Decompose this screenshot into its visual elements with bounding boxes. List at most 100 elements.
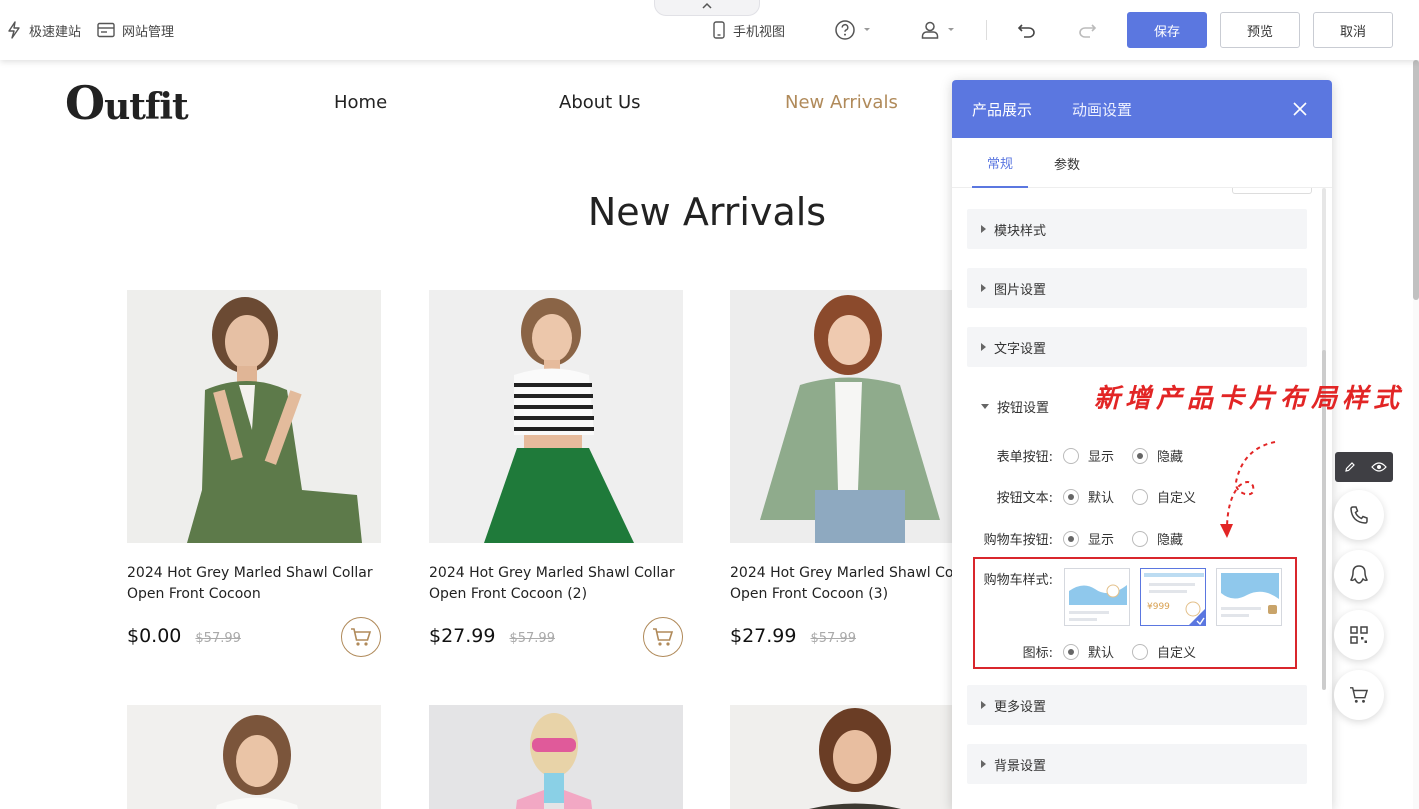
panel-sub-tabs: 常规 参数: [952, 138, 1332, 188]
add-to-cart-button[interactable]: [643, 617, 683, 657]
form-button-row: 表单按钮: 显示 隐藏: [967, 446, 1201, 465]
product-image[interactable]: [429, 290, 683, 543]
nav-about-us[interactable]: About Us: [559, 92, 641, 113]
subtab-parameters[interactable]: 参数: [1054, 138, 1080, 188]
button-text-custom-option[interactable]: 自定义: [1132, 487, 1196, 506]
section-label: 背景设置: [994, 758, 1047, 774]
tab-product-display[interactable]: 产品展示: [972, 80, 1032, 138]
qq-chat-icon: [1349, 565, 1369, 584]
product-image[interactable]: [730, 705, 984, 809]
product-card[interactable]: [730, 705, 984, 809]
product-card[interactable]: 2024 Hot Grey Marled Shawl Collar Open F…: [127, 290, 381, 657]
annotation-arrow-icon: [1220, 441, 1276, 538]
form-button-show-option[interactable]: 显示: [1063, 446, 1114, 465]
mobile-view-button[interactable]: 手机视图: [712, 0, 785, 60]
product-card[interactable]: [127, 705, 381, 809]
form-button-label: 表单按钮:: [996, 450, 1053, 465]
cart-button-label: 购物车按钮:: [983, 533, 1053, 548]
product-name[interactable]: 2024 Hot Grey Marled Shawl Collar Open F…: [127, 563, 381, 605]
tab-animation-settings[interactable]: 动画设置: [1072, 80, 1132, 138]
product-card[interactable]: 2024 Hot Grey Marled Shawl Collar Open F…: [429, 290, 683, 657]
product-photo-model-pink-blazer: [515, 713, 593, 809]
option-label: 默认: [1088, 491, 1115, 506]
section-background-settings[interactable]: 背景设置: [967, 744, 1307, 784]
section-text-settings[interactable]: 文字设置: [967, 327, 1307, 367]
cart-icon: [1350, 687, 1369, 703]
nav-home[interactable]: Home: [334, 92, 387, 113]
cart-button-row: 购物车按钮: 显示 隐藏: [967, 529, 1201, 548]
product-price: $27.99: [730, 625, 797, 647]
radio-custom[interactable]: [1132, 488, 1149, 505]
quick-build-button[interactable]: 极速建站: [6, 0, 81, 60]
product-image[interactable]: [127, 290, 381, 543]
quick-build-label: 极速建站: [29, 24, 82, 40]
annotation-highlight-box: [973, 557, 1297, 669]
caret-right-icon: [981, 225, 986, 233]
product-photo-model-white-top: [216, 715, 298, 809]
radio-hide[interactable]: [1132, 447, 1149, 464]
product-image[interactable]: [730, 290, 984, 543]
site-manage-icon: [97, 22, 115, 38]
cart-button-hide-option[interactable]: 隐藏: [1132, 529, 1183, 548]
site-manage-button[interactable]: 网站管理: [97, 0, 174, 60]
close-icon[interactable]: [1292, 101, 1308, 117]
caret-down-icon: [981, 403, 989, 409]
product-card[interactable]: 2024 Hot Grey Marled Shawl Collar Open F…: [730, 290, 1014, 657]
page-scrollbar-thumb[interactable]: [1413, 60, 1419, 300]
button-text-row: 按钮文本: 默认 自定义: [967, 487, 1214, 506]
cancel-button[interactable]: 取消: [1313, 12, 1393, 48]
product-price-row: $27.99 $57.99: [730, 625, 984, 647]
product-image[interactable]: [127, 705, 381, 809]
option-label: 自定义: [1157, 491, 1197, 506]
product-photo-model-green-jacket: [760, 295, 940, 543]
mobile-phone-icon: [713, 21, 725, 39]
user-dropdown[interactable]: [920, 0, 962, 60]
product-photo-model-green-jumpsuit: [187, 297, 362, 543]
annotation-text: 新增产品卡片布局样式: [1094, 384, 1405, 414]
form-button-hide-option[interactable]: 隐藏: [1132, 446, 1183, 465]
product-old-price: $57.99: [810, 631, 856, 646]
site-manage-label: 网站管理: [122, 24, 175, 40]
site-logo[interactable]: Outfit: [65, 76, 189, 130]
section-more-settings[interactable]: 更多设置: [967, 685, 1307, 725]
product-name[interactable]: 2024 Hot Grey Marled Shawl Collar Open F…: [429, 563, 683, 605]
product-photo-model-dark-top: [809, 708, 901, 809]
option-label: 显示: [1088, 450, 1115, 465]
option-label: 显示: [1088, 533, 1115, 548]
nav-new-arrivals[interactable]: New Arrivals: [785, 92, 898, 113]
section-image-settings[interactable]: 图片设置: [967, 268, 1307, 308]
help-question-icon: [835, 20, 855, 40]
caret-right-icon: [981, 343, 986, 351]
float-cart-button[interactable]: [1334, 670, 1384, 720]
product-old-price: $57.99: [509, 631, 555, 646]
clipped-input[interactable]: [1232, 188, 1312, 194]
radio-default[interactable]: [1063, 488, 1079, 505]
section-module-style[interactable]: 模块样式: [967, 209, 1307, 249]
product-name[interactable]: 2024 Hot Grey Marled Shawl Collar Open F…: [730, 563, 984, 605]
save-button[interactable]: 保存: [1127, 12, 1207, 48]
undo-button[interactable]: [1017, 0, 1044, 60]
qrcode-icon: [1350, 626, 1368, 644]
subtab-general[interactable]: 常规: [972, 138, 1028, 188]
redo-icon: [1079, 24, 1097, 38]
preview-button[interactable]: 预览: [1220, 12, 1300, 48]
section-label: 图片设置: [994, 282, 1047, 298]
cart-button-show-option[interactable]: 显示: [1063, 529, 1114, 548]
add-to-cart-button[interactable]: [341, 617, 381, 657]
visibility-button[interactable]: [1364, 452, 1393, 482]
edit-pencil-button[interactable]: [1335, 452, 1364, 482]
caret-down-icon: [864, 28, 870, 31]
float-qrcode-button[interactable]: [1334, 610, 1384, 660]
caret-down-icon: [948, 28, 954, 31]
radio-hide[interactable]: [1132, 530, 1149, 547]
button-text-default-option[interactable]: 默认: [1063, 487, 1114, 506]
product-image[interactable]: [429, 705, 683, 809]
caret-right-icon: [981, 701, 986, 709]
radio-show[interactable]: [1063, 447, 1079, 464]
radio-show[interactable]: [1063, 530, 1079, 547]
redo-button[interactable]: [1077, 0, 1104, 60]
float-chat-button[interactable]: [1334, 550, 1384, 600]
product-card[interactable]: [429, 705, 683, 809]
float-phone-button[interactable]: [1334, 490, 1384, 540]
help-dropdown[interactable]: [834, 0, 878, 60]
